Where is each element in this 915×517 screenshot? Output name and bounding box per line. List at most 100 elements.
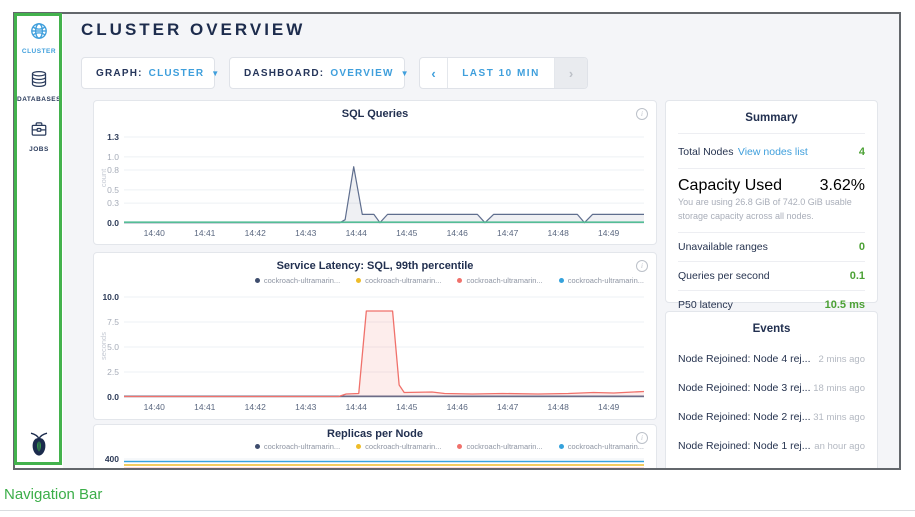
- svg-text:14:48: 14:48: [548, 228, 570, 238]
- capacity-used-label: Capacity Used: [678, 177, 782, 195]
- summary-title: Summary: [666, 101, 877, 133]
- event-row: Node Rejoined: Node 4 rej... an hour ago: [678, 460, 865, 470]
- info-icon[interactable]: i: [636, 108, 648, 120]
- sidebar-item-databases[interactable]: DATABASES: [15, 70, 63, 103]
- events-title: Events: [666, 312, 877, 344]
- event-row: Node Rejoined: Node 2 rej... 31 mins ago: [678, 402, 865, 431]
- replicas-chart: 40014:4014:4114:4214:4314:4414:4514:4614…: [98, 453, 650, 470]
- svg-text:14:49: 14:49: [598, 402, 620, 412]
- svg-text:0.8: 0.8: [107, 165, 119, 175]
- summary-panel: Summary Total Nodes View nodes list 4 Ca…: [665, 100, 878, 303]
- svg-text:14:40: 14:40: [144, 228, 166, 238]
- sidebar-item-label: CLUSTER: [15, 48, 63, 55]
- graph-dropdown[interactable]: GRAPH: CLUSTER ▼: [81, 57, 215, 89]
- svg-text:14:46: 14:46: [447, 228, 469, 238]
- capacity-note: You are using 26.8 GiB of 742.0 GiB usab…: [678, 196, 865, 232]
- legend-item: cockroach-ultramarin...: [457, 442, 542, 451]
- event-row: Node Rejoined: Node 4 rej... 2 mins ago: [678, 344, 865, 373]
- legend-dot: [356, 278, 361, 283]
- svg-text:count: count: [99, 168, 108, 187]
- globe-icon: [30, 22, 48, 45]
- svg-text:14:48: 14:48: [548, 402, 570, 412]
- legend-dot: [457, 444, 462, 449]
- event-row: Node Rejoined: Node 3 rej... 18 mins ago: [678, 373, 865, 402]
- chart-title: SQL Queries: [94, 108, 656, 120]
- jobs-icon: [30, 120, 48, 143]
- view-nodes-list-link[interactable]: View nodes list: [738, 146, 808, 158]
- dashboard-dropdown-value: OVERVIEW: [330, 68, 393, 79]
- summary-row: Queries per second 0.1: [678, 261, 865, 290]
- page-title: CLUSTER OVERVIEW: [81, 20, 305, 40]
- sidebar-item-jobs[interactable]: JOBS: [15, 120, 63, 153]
- svg-text:14:41: 14:41: [194, 228, 216, 238]
- legend-dot: [255, 278, 260, 283]
- svg-text:14:45: 14:45: [396, 228, 418, 238]
- svg-text:14:47: 14:47: [497, 228, 519, 238]
- summary-row: Unavailable ranges 0: [678, 232, 865, 261]
- svg-text:1.3: 1.3: [107, 132, 119, 142]
- sidebar-item-label: DATABASES: [15, 96, 63, 103]
- total-nodes-label: Total Nodes: [678, 146, 733, 158]
- svg-text:14:45: 14:45: [396, 402, 418, 412]
- svg-text:14:41: 14:41: [194, 402, 216, 412]
- svg-text:14:42: 14:42: [245, 402, 267, 412]
- legend-item: cockroach-ultramarin...: [255, 276, 340, 285]
- svg-text:0.3: 0.3: [107, 198, 119, 208]
- svg-text:400: 400: [105, 454, 119, 464]
- databases-icon: [30, 70, 48, 93]
- page-divider: [0, 510, 915, 511]
- app-window: CLUSTER DATABASES: [13, 12, 901, 470]
- svg-text:14:46: 14:46: [447, 402, 469, 412]
- info-icon[interactable]: i: [636, 432, 648, 444]
- total-nodes-value: 4: [859, 146, 865, 158]
- annotation-caption: Navigation Bar: [4, 486, 102, 503]
- legend-dot: [255, 444, 260, 449]
- legend-item: cockroach-ultramarin...: [356, 442, 441, 451]
- svg-text:14:43: 14:43: [295, 228, 317, 238]
- legend-dot: [457, 278, 462, 283]
- chart-legend: cockroach-ultramarin... cockroach-ultram…: [94, 442, 656, 451]
- time-range-selector: ‹ LAST 10 MIN ›: [419, 57, 588, 89]
- dashboard-dropdown[interactable]: DASHBOARD: OVERVIEW ▼: [229, 57, 405, 89]
- time-prev-button[interactable]: ‹: [420, 58, 447, 88]
- graph-dropdown-value: CLUSTER: [149, 68, 205, 79]
- cockroach-logo[interactable]: [15, 432, 63, 462]
- service-latency-chart-card: Service Latency: SQL, 99th percentile i …: [93, 252, 657, 420]
- chevron-down-icon: ▼: [401, 69, 409, 78]
- info-icon[interactable]: i: [636, 260, 648, 272]
- svg-text:2.5: 2.5: [107, 367, 119, 377]
- legend-dot: [559, 444, 564, 449]
- svg-text:0.0: 0.0: [107, 218, 119, 228]
- legend-item: cockroach-ultramarin...: [356, 276, 441, 285]
- chevron-down-icon: ▼: [211, 69, 219, 78]
- time-range-value[interactable]: LAST 10 MIN: [447, 58, 555, 88]
- svg-text:14:40: 14:40: [144, 402, 166, 412]
- svg-text:1.0: 1.0: [107, 152, 119, 162]
- svg-text:14:44: 14:44: [346, 402, 368, 412]
- svg-text:10.0: 10.0: [102, 292, 119, 302]
- svg-text:0.0: 0.0: [107, 392, 119, 402]
- summary-row-capacity: Capacity Used 3.62% You are using 26.8 G…: [678, 168, 865, 232]
- legend-item: cockroach-ultramarin...: [457, 276, 542, 285]
- svg-text:14:42: 14:42: [245, 228, 267, 238]
- svg-text:14:47: 14:47: [497, 402, 519, 412]
- dashboard-dropdown-label: DASHBOARD:: [244, 68, 324, 79]
- sidebar-item-label: JOBS: [15, 146, 63, 153]
- svg-text:0.5: 0.5: [107, 185, 119, 195]
- navigation-bar: CLUSTER DATABASES: [15, 14, 63, 468]
- svg-text:seconds: seconds: [99, 332, 108, 360]
- svg-text:14:43: 14:43: [295, 402, 317, 412]
- sidebar-item-cluster[interactable]: CLUSTER: [15, 22, 63, 55]
- svg-text:5.0: 5.0: [107, 342, 119, 352]
- chart-legend: cockroach-ultramarin... cockroach-ultram…: [94, 276, 656, 285]
- sql-queries-chart: 1.3 1.0 0.8 0.5 0.3 0.0 14:40 14:41 14:42 14:43 14…: [98, 129, 650, 241]
- graph-dropdown-label: GRAPH:: [96, 68, 143, 79]
- sql-queries-chart-card: SQL Queries i 1.3 1.0 0.8 0.5 0.3 0.0 14:40 14:…: [93, 100, 657, 245]
- service-latency-chart: 10.0 7.5 5.0 2.5 0.0 14:40 14:41 14:42 14:43 14:4…: [98, 291, 650, 415]
- svg-text:14:44: 14:44: [346, 228, 368, 238]
- capacity-used-value: 3.62%: [820, 177, 865, 195]
- legend-item: cockroach-ultramarin...: [255, 442, 340, 451]
- legend-dot: [356, 444, 361, 449]
- svg-text:7.5: 7.5: [107, 317, 119, 327]
- time-next-button[interactable]: ›: [555, 58, 587, 88]
